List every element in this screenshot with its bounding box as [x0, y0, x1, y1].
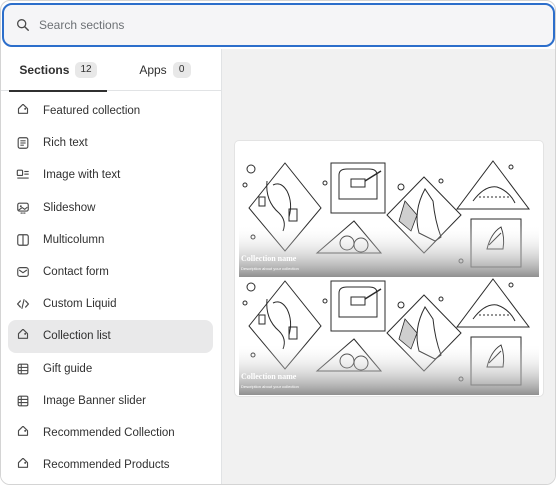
section-item-multicolumn[interactable]: Multicolumn [8, 224, 213, 256]
tab-apps-count-badge: 0 [172, 62, 191, 78]
tab-bar: Sections 12 Apps 0 [1, 49, 221, 92]
section-item-slideshow[interactable]: Slideshow [8, 192, 213, 224]
list-grid-icon [15, 361, 30, 376]
section-item-label: Image Banner slider [43, 394, 146, 407]
envelope-icon [15, 265, 30, 280]
section-item-label: Recommended Collection [43, 426, 175, 439]
section-item-featured-collection[interactable]: Featured collection [8, 95, 213, 127]
tab-sections-count-badge: 12 [75, 62, 97, 78]
section-item-collection-list[interactable]: Collection list [8, 320, 213, 353]
list-grid-icon [15, 393, 30, 408]
section-item-gift-guide[interactable]: Gift guide [8, 353, 213, 385]
section-list: Featured collection Rich text Image with… [1, 95, 221, 481]
section-item-label: Custom Liquid [43, 298, 117, 311]
preview-panel: Collection name Description about your c… [222, 49, 555, 484]
section-item-label: Gift guide [43, 362, 93, 375]
tab-sections-label: Sections [19, 63, 70, 77]
tab-apps[interactable]: Apps 0 [121, 49, 209, 91]
image-with-text-icon [15, 168, 30, 183]
collection-card-1: Collection name Description about your c… [239, 160, 539, 277]
search-input[interactable] [39, 18, 519, 32]
tab-sections[interactable]: Sections 12 [9, 49, 107, 92]
collection-card-title: Collection name [241, 254, 297, 263]
collection-card-title: Collection name [241, 372, 297, 381]
tag-icon [15, 329, 30, 344]
section-picker-window: Sections 12 Apps 0 Featured collection R… [0, 0, 556, 485]
section-item-label: Slideshow [43, 201, 96, 214]
section-item-label: Recommended Products [43, 459, 170, 472]
section-item-label: Image with text [43, 169, 121, 182]
sections-sidebar: Sections 12 Apps 0 Featured collection R… [1, 49, 222, 484]
collection-card-2: Collection name Description about your c… [239, 278, 539, 395]
section-item-recommended-collection[interactable]: Recommended Collection [8, 417, 213, 449]
tag-icon [15, 425, 30, 440]
section-item-image-with-text[interactable]: Image with text [8, 159, 213, 191]
section-item-rich-text[interactable]: Rich text [8, 127, 213, 159]
section-item-recommended-products[interactable]: Recommended Products [8, 449, 213, 481]
text-block-icon [15, 136, 30, 151]
section-item-contact-form[interactable]: Contact form [8, 256, 213, 288]
columns-icon [15, 232, 30, 247]
section-item-label: Rich text [43, 137, 88, 150]
search-icon [17, 19, 29, 31]
slideshow-icon [15, 200, 30, 215]
tab-apps-label: Apps [139, 63, 167, 77]
collection-card-subtitle: Description about your collection [241, 384, 299, 389]
section-item-label: Featured collection [43, 105, 141, 118]
tag-icon [15, 104, 30, 119]
section-item-label: Multicolumn [43, 233, 105, 246]
section-item-label: Contact form [43, 266, 109, 279]
section-item-custom-liquid[interactable]: Custom Liquid [8, 288, 213, 320]
tag-icon [15, 458, 30, 473]
code-icon [15, 297, 30, 312]
search-field[interactable] [2, 3, 555, 47]
section-item-image-banner-slider[interactable]: Image Banner slider [8, 385, 213, 417]
collection-card-subtitle: Description about your collection [241, 266, 299, 271]
section-item-label: Collection list [43, 330, 111, 343]
collection-list-preview: Collection name Description about your c… [235, 141, 543, 396]
preview-illustration: Collection name Description about your c… [239, 160, 539, 395]
